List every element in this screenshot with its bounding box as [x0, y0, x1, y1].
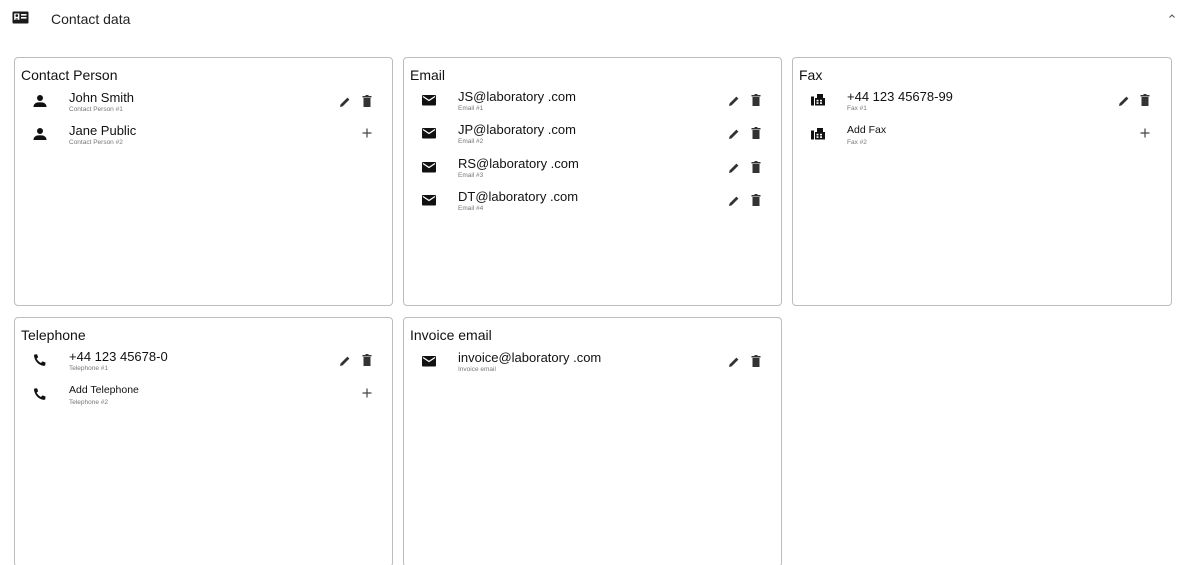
envelope-icon [420, 354, 438, 368]
pencil-icon[interactable] [728, 128, 740, 140]
trash-icon[interactable] [1140, 94, 1150, 106]
item-text: +44 123 45678-0 Telephone #1 [69, 349, 168, 373]
item-value: RS@laboratory .com [458, 156, 579, 171]
trash-icon[interactable] [362, 95, 372, 107]
list-item: John Smith Contact Person #1 [15, 90, 392, 120]
pencil-icon[interactable] [728, 95, 740, 107]
person-icon [31, 94, 49, 108]
pencil-icon[interactable] [1118, 95, 1130, 107]
fax-card: Fax +44 123 45678-99 Fax #1 Add Fax Fax … [792, 57, 1172, 306]
item-caption: Invoice email [458, 366, 496, 373]
plus-icon[interactable] [361, 387, 373, 399]
contact-card-icon [12, 11, 29, 24]
list-item: +44 123 45678-99 Fax #1 [793, 89, 1171, 119]
item-value: +44 123 45678-0 [69, 349, 168, 364]
item-caption: Telephone #2 [69, 399, 109, 406]
chevron-up-icon[interactable] [1165, 9, 1179, 23]
pencil-icon[interactable] [339, 96, 351, 108]
trash-icon[interactable] [751, 94, 761, 106]
list-item: DT@laboratory .com Email #4 [404, 189, 781, 219]
envelope-icon [420, 160, 438, 174]
item-caption: Contact Person #2 [69, 139, 123, 146]
item-text: RS@laboratory .com Email #3 [458, 156, 579, 180]
person-icon [31, 127, 49, 141]
item-caption: Fax #1 [847, 105, 867, 112]
fax-icon [809, 127, 827, 141]
item-text: Jane Public Contact Person #2 [69, 123, 136, 147]
item-caption: Telephone #1 [69, 365, 109, 372]
pencil-icon[interactable] [728, 356, 740, 368]
list-item: invoice@laboratory .com Invoice email [404, 350, 781, 380]
item-value: DT@laboratory .com [458, 189, 579, 204]
plus-icon[interactable] [361, 127, 373, 139]
list-item: Add Telephone Telephone #2 [15, 383, 392, 413]
item-caption: Email #1 [458, 105, 484, 112]
list-item: JS@laboratory .com Email #1 [404, 89, 781, 119]
item-text: JS@laboratory .com Email #1 [458, 89, 576, 113]
pencil-icon[interactable] [728, 162, 740, 174]
trash-icon[interactable] [751, 355, 761, 367]
card-title: Contact Person [21, 67, 118, 83]
envelope-icon [420, 126, 438, 140]
item-caption: Email #2 [458, 138, 484, 145]
envelope-icon [420, 193, 438, 207]
item-caption: Contact Person #1 [69, 106, 123, 113]
invoice-email-card: Invoice email invoice@laboratory .com In… [403, 317, 782, 565]
item-value: JP@laboratory .com [458, 122, 576, 137]
item-caption: Email #3 [458, 172, 484, 179]
card-title: Fax [799, 67, 823, 83]
item-value: +44 123 45678-99 [847, 89, 953, 104]
item-text: invoice@laboratory .com Invoice email [458, 350, 601, 374]
item-caption: Email #4 [458, 205, 484, 212]
trash-icon[interactable] [751, 194, 761, 206]
phone-icon [31, 353, 49, 367]
card-title: Telephone [21, 327, 86, 343]
item-text: John Smith Contact Person #1 [69, 90, 134, 114]
item-value: Jane Public [69, 123, 137, 138]
envelope-icon [420, 93, 438, 107]
section-header: Contact data [0, 0, 1186, 40]
pencil-icon[interactable] [339, 355, 351, 367]
contact-person-card: Contact Person John Smith Contact Person… [14, 57, 393, 306]
list-item: Jane Public Contact Person #2 [15, 123, 392, 153]
trash-icon[interactable] [751, 161, 761, 173]
list-item: JP@laboratory .com Email #2 [404, 122, 781, 152]
fax-icon [809, 93, 827, 107]
list-item: Add Fax Fax #2 [793, 123, 1171, 153]
pencil-icon[interactable] [728, 195, 740, 207]
list-item: +44 123 45678-0 Telephone #1 [15, 349, 392, 379]
email-card: Email JS@laboratory .com Email #1 JP@lab… [403, 57, 782, 306]
item-text: +44 123 45678-99 Fax #1 [847, 89, 953, 113]
section-title: Contact data [51, 11, 131, 27]
item-text: Add Telephone Telephone #2 [69, 383, 139, 407]
item-text: JP@laboratory .com Email #2 [458, 122, 576, 146]
plus-icon[interactable] [1139, 127, 1151, 139]
item-text: Add Fax Fax #2 [847, 123, 886, 147]
list-item: RS@laboratory .com Email #3 [404, 156, 781, 186]
telephone-card: Telephone +44 123 45678-0 Telephone #1 A… [14, 317, 393, 565]
item-value: Add Fax [847, 124, 887, 136]
trash-icon[interactable] [362, 354, 372, 366]
item-text: DT@laboratory .com Email #4 [458, 189, 578, 213]
item-value: John Smith [69, 90, 135, 105]
trash-icon[interactable] [751, 127, 761, 139]
card-title: Invoice email [410, 327, 492, 343]
card-title: Email [410, 67, 446, 83]
item-value: invoice@laboratory .com [458, 350, 602, 365]
phone-icon [31, 387, 49, 401]
item-caption: Fax #2 [847, 139, 867, 146]
item-value: Add Telephone [69, 384, 139, 396]
item-value: JS@laboratory .com [458, 89, 576, 104]
